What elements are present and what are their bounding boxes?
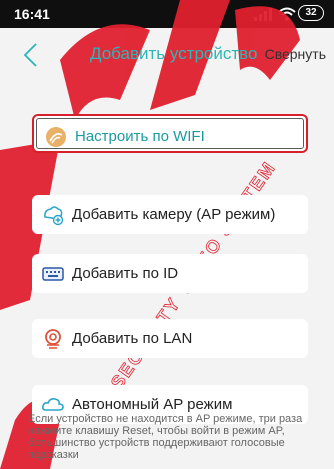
add-by-lan-option[interactable]: Добавить по LAN <box>32 319 308 358</box>
wifi-setup-option-frame: Настроить по WIFI <box>36 118 304 149</box>
wifi-setup-label: Настроить по WIFI <box>75 128 205 145</box>
signal-icon <box>254 8 272 21</box>
help-text: Если устройство не находится в AP режиме… <box>28 413 303 461</box>
battery-indicator: 32 <box>298 5 324 21</box>
add-by-id-option[interactable]: Добавить по ID <box>32 254 308 293</box>
collapse-button[interactable]: Свернуть <box>265 46 326 62</box>
status-time: 16:41 <box>14 6 50 22</box>
back-arrow-icon[interactable] <box>20 42 42 68</box>
autonomous-ap-label: Автономный AP режим <box>72 396 233 413</box>
keyboard-icon <box>42 267 64 281</box>
wifi-status-icon <box>278 7 296 21</box>
add-by-id-label: Добавить по ID <box>72 265 179 282</box>
add-camera-ap-label: Добавить камеру (AP режим) <box>72 206 276 223</box>
status-icons: 32 <box>254 5 324 23</box>
add-camera-ap-option[interactable]: Добавить камеру (AP режим) <box>32 195 308 234</box>
wifi-setup-option[interactable]: Настроить по WIFI <box>32 114 308 153</box>
wifi-setup-icon <box>46 127 66 147</box>
page-title: Добавить устройство <box>90 44 258 63</box>
status-bar: 16:41 32 <box>0 0 334 28</box>
camera-ap-icon <box>44 206 64 226</box>
add-by-lan-label: Добавить по LAN <box>72 330 193 347</box>
header: Добавить устройство Свернуть <box>0 28 334 80</box>
lan-location-icon <box>45 329 61 349</box>
